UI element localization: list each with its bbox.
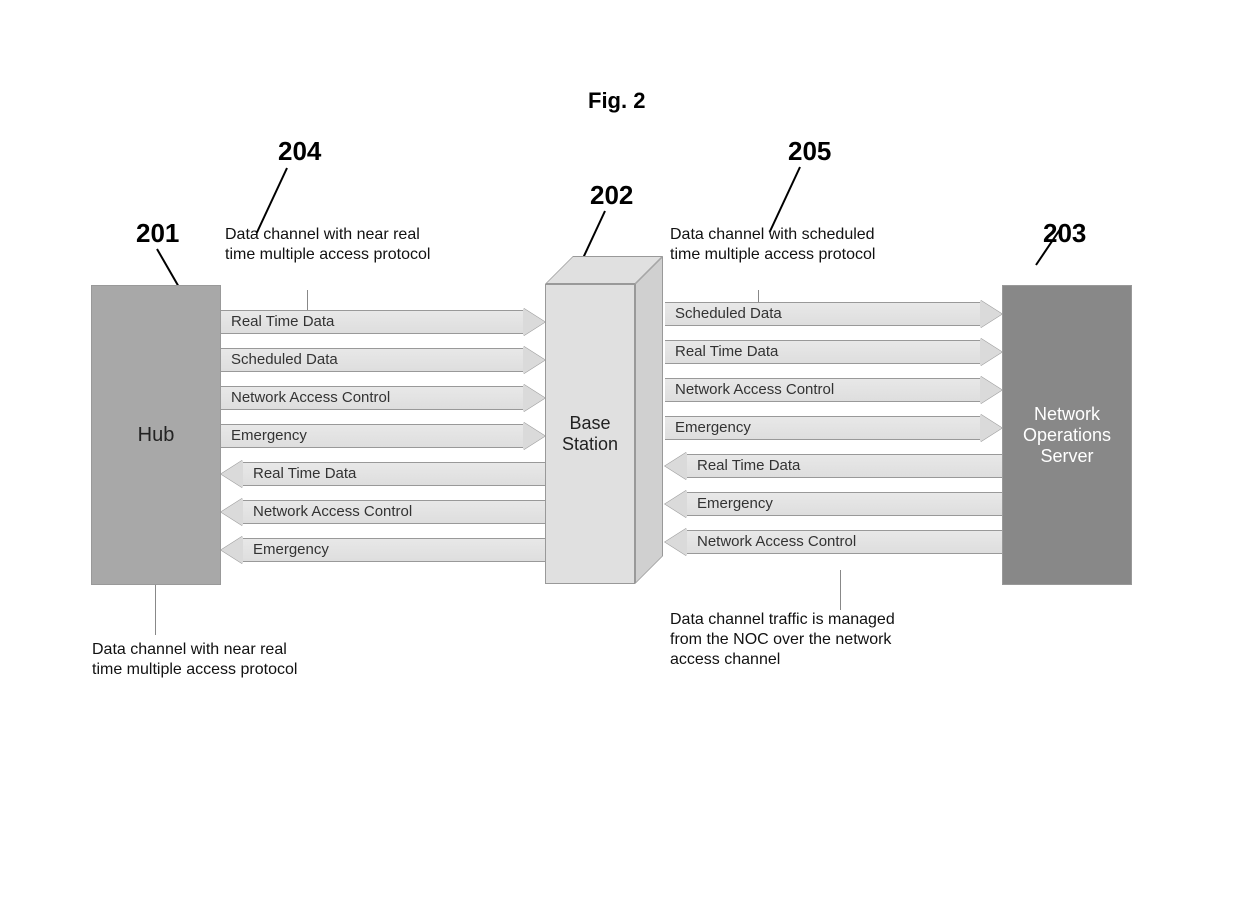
base-station-box: Base Station (545, 284, 635, 584)
lead-201 (156, 249, 181, 290)
arrow-right-right-2: Network Access Control (665, 378, 1002, 402)
annotation-205: Data channel with scheduled time multipl… (670, 225, 900, 265)
arrow-label: Real Time Data (231, 313, 334, 330)
hub-bottom-annotation: Data channel with near real time multipl… (92, 640, 312, 680)
base-station-side (635, 256, 663, 584)
network-operations-server-label: Network Operations Server (1023, 404, 1111, 467)
arrow-label: Emergency (697, 495, 773, 512)
ref-204: 204 (278, 136, 321, 167)
arrow-left-icon (221, 498, 243, 526)
arrow-label: Emergency (253, 541, 329, 558)
arrow-left-icon (665, 490, 687, 518)
nos-bottom-annotation: Data channel traffic is managed from the… (670, 610, 900, 670)
network-operations-server-box: Network Operations Server (1002, 285, 1132, 585)
arrow-right-icon (980, 376, 1002, 404)
arrow-left-icon (221, 536, 243, 564)
arrow-right-right-1: Real Time Data (665, 340, 1002, 364)
arrow-label: Network Access Control (253, 503, 412, 520)
arrow-left-icon (665, 452, 687, 480)
arrow-left-left-1: Network Access Control (221, 500, 545, 524)
annotation-204-tick (307, 290, 308, 312)
arrow-left-right-2: Network Access Control (221, 386, 545, 410)
arrow-right-icon (980, 414, 1002, 442)
ref-201: 201 (136, 218, 179, 249)
base-station-label: Base Station (562, 413, 618, 455)
figure-title: Fig. 2 (588, 88, 645, 114)
arrow-left-left-0: Real Time Data (221, 462, 545, 486)
arrow-right-icon (523, 346, 545, 374)
arrow-right-left-1: Emergency (665, 492, 1002, 516)
nos-bottom-tick (840, 570, 841, 610)
arrow-label: Network Access Control (675, 381, 834, 398)
arrow-right-icon (523, 308, 545, 336)
arrow-left-right-1: Scheduled Data (221, 348, 545, 372)
arrow-left-icon (221, 460, 243, 488)
arrow-label: Network Access Control (231, 389, 390, 406)
arrow-right-icon (523, 384, 545, 412)
lead-204 (256, 168, 288, 234)
arrow-label: Real Time Data (675, 343, 778, 360)
arrow-label: Real Time Data (253, 465, 356, 482)
arrow-right-icon (523, 422, 545, 450)
annotation-204: Data channel with near real time multipl… (225, 225, 435, 265)
arrow-label: Scheduled Data (675, 305, 782, 322)
arrow-right-right-3: Emergency (665, 416, 1002, 440)
arrow-right-left-0: Real Time Data (665, 454, 1002, 478)
lead-205 (769, 167, 801, 233)
hub-label: Hub (138, 424, 175, 447)
arrow-label: Scheduled Data (231, 351, 338, 368)
hub-bottom-tick (155, 585, 156, 635)
arrow-right-icon (980, 338, 1002, 366)
arrow-left-left-2: Emergency (221, 538, 545, 562)
arrow-right-right-0: Scheduled Data (665, 302, 1002, 326)
arrow-left-right-0: Real Time Data (221, 310, 545, 334)
arrow-right-icon (980, 300, 1002, 328)
arrow-label: Emergency (231, 427, 307, 444)
hub-box: Hub (91, 285, 221, 585)
arrow-label: Emergency (675, 419, 751, 436)
ref-202: 202 (590, 180, 633, 211)
arrow-label: Network Access Control (697, 533, 856, 550)
ref-205: 205 (788, 136, 831, 167)
arrow-right-left-2: Network Access Control (665, 530, 1002, 554)
arrow-left-icon (665, 528, 687, 556)
arrow-left-right-3: Emergency (221, 424, 545, 448)
arrow-label: Real Time Data (697, 457, 800, 474)
